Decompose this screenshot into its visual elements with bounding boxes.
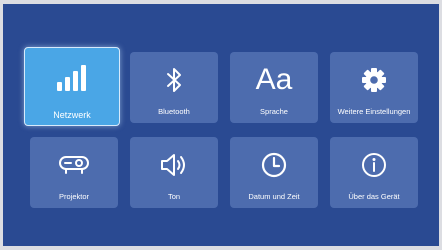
tile-network[interactable]: Netzwerk: [24, 47, 120, 126]
tile-label: Über das Gerät: [348, 192, 400, 201]
clock-icon: [230, 151, 318, 179]
projector-icon: [30, 151, 118, 179]
settings-screen: Netzwerk Bluetooth Aa Sprache Weitere Ei…: [3, 4, 439, 246]
gear-icon: [330, 66, 418, 94]
tile-label: Netzwerk: [53, 110, 91, 120]
tile-label: Sprache: [260, 107, 288, 116]
tile-sound[interactable]: Ton: [130, 137, 218, 208]
tile-label: Projektor: [58, 192, 89, 201]
bluetooth-icon: [130, 66, 218, 94]
network-signal-icon: [25, 64, 119, 92]
tile-date-time[interactable]: Datum und Zeit: [230, 137, 318, 208]
language-icon-text: Aa: [255, 63, 293, 96]
tile-bluetooth[interactable]: Bluetooth: [130, 52, 218, 123]
tile-about-device[interactable]: Über das Gerät: [330, 137, 418, 208]
tile-language[interactable]: Aa Sprache: [230, 52, 318, 123]
tile-label: Datum und Zeit: [248, 192, 300, 201]
info-icon: [330, 151, 418, 179]
language-icon: Aa: [230, 63, 318, 96]
tile-projector[interactable]: Projektor: [30, 137, 118, 208]
tile-label: Weitere Einstellungen: [337, 107, 411, 116]
tile-more-settings[interactable]: Weitere Einstellungen: [330, 52, 418, 123]
speaker-icon: [130, 151, 218, 179]
tile-label: Ton: [167, 192, 181, 201]
tile-label: Bluetooth: [158, 107, 190, 116]
